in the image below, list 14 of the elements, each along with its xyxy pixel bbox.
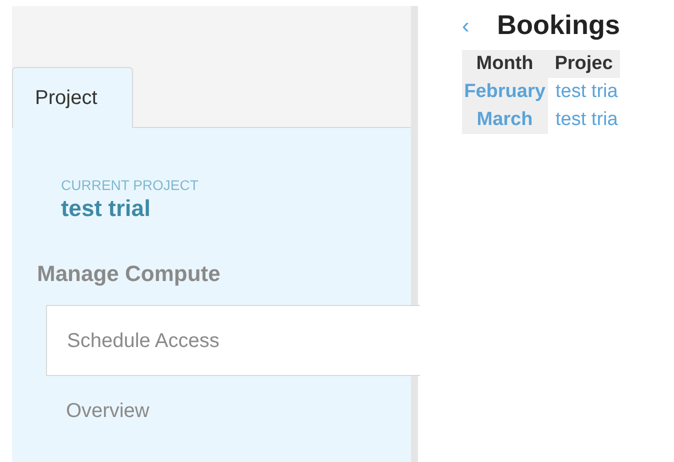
project-cell: test tria — [548, 106, 620, 134]
page-title: Bookings — [497, 8, 620, 42]
month-cell: March — [462, 106, 548, 134]
column-header: Month — [462, 50, 548, 78]
project-cell: test tria — [548, 78, 620, 106]
nav-item[interactable]: Schedule Access — [46, 305, 420, 376]
current-project-name: test trial — [61, 194, 150, 222]
back-button[interactable]: ‹ — [462, 8, 482, 42]
nav-item[interactable]: Overview — [46, 376, 406, 446]
month-cell: February — [462, 78, 548, 106]
current-project-label: CURRENT PROJECT — [61, 176, 198, 194]
column-header: Projec — [548, 50, 620, 78]
section-heading: Manage Compute — [37, 260, 220, 288]
sidebar-tab[interactable]: Project — [12, 67, 133, 128]
